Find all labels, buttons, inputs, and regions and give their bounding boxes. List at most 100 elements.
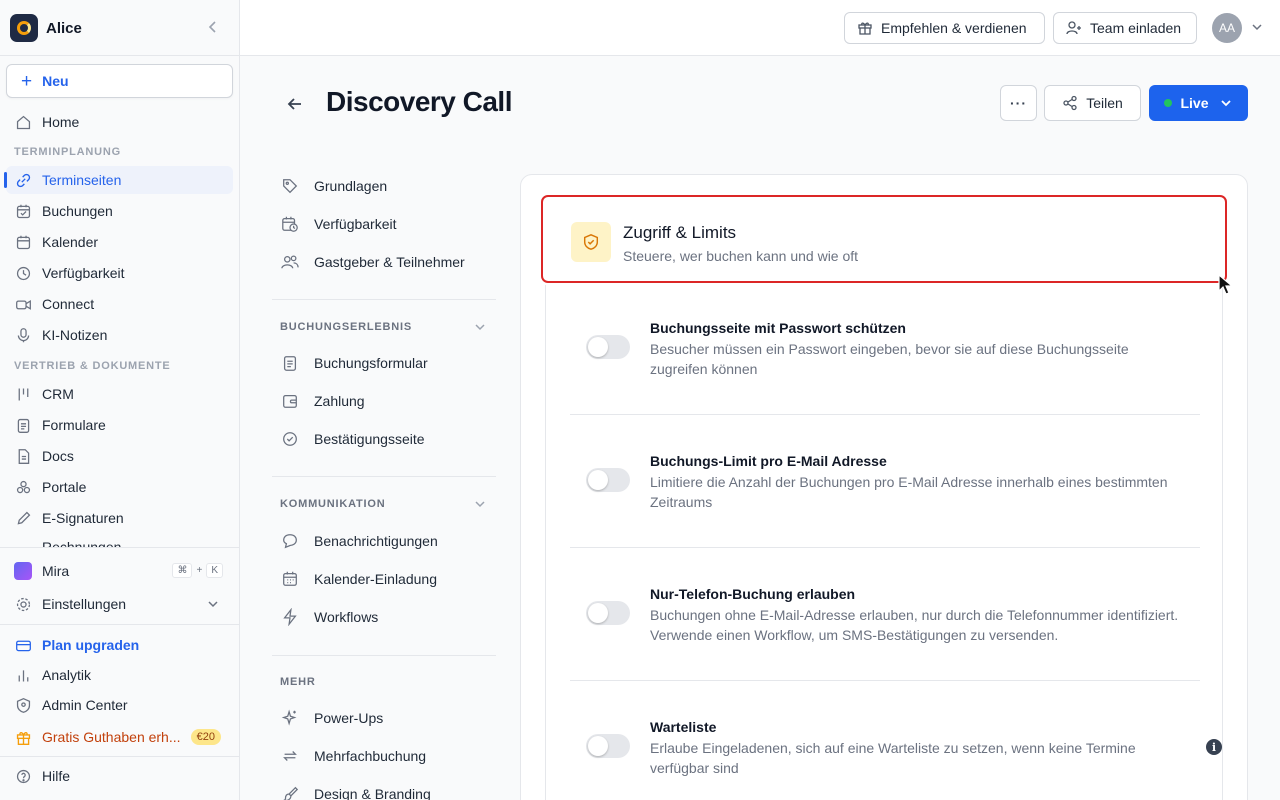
repeat-icon [280,746,300,766]
workspace-logo [10,14,38,42]
settings-rows: Buchungsseite mit Passwort schützen Besu… [545,285,1223,800]
link-icon [14,171,32,189]
sidebar-item-calendar[interactable]: Kalender [6,228,233,256]
crm-icon [14,385,32,403]
section-title: Zugriff & Limits [623,223,737,242]
check-circle-icon [280,429,300,449]
avatar[interactable]: AA [1212,13,1242,43]
sidebar-item-label: Plan upgraden [42,637,140,653]
sidebar-item-upgrade-plan[interactable]: Plan upgraden [6,631,233,659]
sidebar-item-label: Gratis Guthaben erh... [42,729,181,745]
settings-nav-booking-form[interactable]: Buchungsformular [280,348,428,378]
sidebar-item-analytics[interactable]: Analytik [6,661,233,689]
sidebar-item-label: Connect [42,296,95,312]
section-header: Zugriff & Limits Steuere, wer buchen kan… [548,202,1220,278]
back-arrow-icon[interactable] [285,94,305,114]
settings-nav-payment[interactable]: Zahlung [280,386,365,416]
chevron-down-icon[interactable] [473,497,487,511]
sidebar-item-home[interactable]: Home [6,108,233,136]
workspace-switcher[interactable]: Alice [0,0,239,56]
settings-nav-basics[interactable]: Grundlagen [280,171,387,201]
sidebar-item-bookings[interactable]: Buchungen [6,197,233,225]
clipboard-icon [14,416,32,434]
settings-nav-label: Bestätigungsseite [314,431,425,447]
settings-nav-multi-booking[interactable]: Mehrfachbuchung [280,741,426,771]
sidebar-item-portals[interactable]: Portale [6,473,233,501]
chevron-down-icon [208,601,218,608]
settings-card: Zugriff & Limits Steuere, wer buchen kan… [520,174,1248,800]
sidebar-section-scheduling: TERMINPLANUNG [14,146,121,158]
share-button[interactable]: Teilen [1044,85,1141,121]
shortcut-key: K [206,563,223,578]
sidebar-divider [0,624,239,625]
setting-title: Buchungs-Limit pro E-Mail Adresse [650,453,887,469]
new-button[interactable]: + Neu [6,64,233,98]
shield-check-icon [571,222,611,262]
sidebar-item-label: Formulare [42,417,106,433]
sidebar-item-booking-pages[interactable]: Terminseiten [4,166,233,194]
settings-nav-label: Verfügbarkeit [314,216,397,232]
sidebar-item-docs[interactable]: Docs [6,442,233,470]
settings-nav-design-branding[interactable]: Design & Branding [280,779,431,800]
sidebar-item-crm[interactable]: CRM [6,380,233,408]
sidebar-item-label: Verfügbarkeit [42,265,125,281]
chevron-down-icon[interactable] [1250,20,1264,34]
sidebar-item-availability[interactable]: Verfügbarkeit [6,259,233,287]
waitlist-toggle[interactable] [586,734,630,758]
sidebar-item-admin-center[interactable]: Admin Center [6,691,233,719]
settings-nav-label: Buchungsformular [314,355,428,371]
live-status-button[interactable]: Live [1149,85,1248,121]
settings-nav-calendar-invite[interactable]: Kalender-Einladung [280,564,437,594]
settings-nav-availability[interactable]: Verfügbarkeit [280,209,397,239]
settings-nav-confirmation-page[interactable]: Bestätigungsseite [280,424,425,454]
sidebar-item-ai-notes[interactable]: KI-Notizen [6,321,233,349]
gift-icon [858,22,872,35]
settings-nav-hosts[interactable]: Gastgeber & Teilnehmer [280,247,465,277]
section-header-highlight[interactable]: Zugriff & Limits Steuere, wer buchen kan… [541,195,1227,283]
top-bar: Empfehlen & verdienen Team einladen AA [240,0,1280,56]
main-content: Discovery Call ··· Teilen Live Grundlage… [240,56,1280,800]
sidebar-item-mira[interactable]: Mira ⌘ + K [6,557,233,585]
settings-nav-label: Grundlagen [314,178,388,194]
microphone-icon [14,326,32,344]
refer-earn-button[interactable]: Empfehlen & verdienen [844,12,1045,44]
invite-team-button[interactable]: Team einladen [1053,12,1197,44]
setting-description: Erlaube Eingeladenen, sich auf eine Wart… [650,740,1136,776]
chevron-down-icon[interactable] [473,320,487,334]
sidebar-item-label: Buchungen [42,203,113,219]
portals-icon [14,478,32,496]
more-options-button[interactable]: ··· [1000,85,1037,121]
setting-row-password: Buchungsseite mit Passwort schützen Besu… [570,285,1200,417]
sidebar-item-esignatures[interactable]: E-Signaturen [6,504,233,532]
sidebar-item-label: Analytik [42,667,92,683]
email-limit-toggle[interactable] [586,468,630,492]
refer-earn-label: Empfehlen & verdienen [881,20,1027,36]
collapse-sidebar-icon[interactable] [205,19,221,35]
sidebar-item-label: Portale [42,479,87,495]
sidebar-divider [0,756,239,757]
settings-nav-power-ups[interactable]: Power-Ups [280,703,383,733]
phone-only-toggle[interactable] [586,601,630,625]
brush-icon [280,784,300,800]
sidebar: Alice + Neu Home TERMINPLANUNG Terminsei… [0,0,240,800]
row-divider [570,414,1200,415]
chat-bubble-icon [280,531,300,551]
sparkles-icon [280,708,300,728]
settings-nav-label: Benachrichtigungen [314,533,438,549]
settings-nav-workflows[interactable]: Workflows [280,602,378,632]
password-toggle[interactable] [586,335,630,359]
sidebar-item-connect[interactable]: Connect [6,290,233,318]
tag-icon [280,176,300,196]
sidebar-item-invoices[interactable]: Rechnungen [6,535,233,547]
sidebar-item-help[interactable]: Hilfe [6,762,233,790]
settings-nav-notifications[interactable]: Benachrichtigungen [280,526,438,556]
sidebar-item-forms[interactable]: Formulare [6,411,233,439]
sidebar-item-free-credit[interactable]: Gratis Guthaben erh... €20 [6,723,233,751]
settings-nav-divider [272,299,496,300]
row-divider [570,547,1200,548]
calendar-icon [14,233,32,251]
clipboard-icon [280,353,300,373]
mouse-cursor-icon [1218,274,1234,295]
sidebar-item-settings[interactable]: Einstellungen [6,590,233,618]
info-icon[interactable]: i [1206,739,1222,755]
